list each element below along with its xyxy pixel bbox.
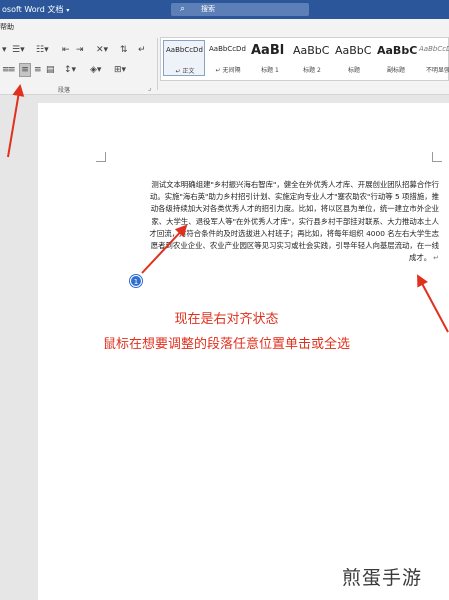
watermark-text: 煎蛋手游 — [342, 567, 423, 589]
menu-tab-row: 帮助 — [0, 19, 449, 34]
styles-gallery: AaBbCcDd ↵ 正文 AaBbCcDd ↵ 无间隔 AaBl 标题 1 A… — [160, 37, 449, 81]
align-center-button[interactable]: ≡ — [8, 64, 16, 76]
line-spacing-button[interactable]: ↕▾ — [64, 64, 76, 76]
paragraph-line: 测试文本明确组建"乡村振兴海右智库"，健全在外优秀人才库、开展创业团队招募合作行 — [151, 180, 439, 189]
ribbon: ▾ ☰▾ ☷▾ ⇤ ⇥ ✕▾ ⇅ ↵ ≡ ≡ ≡ ≡ ▤ ↕▾ ◈▾ ⊞▾ 段落… — [0, 34, 449, 95]
style-name: ↵ 无间隔 — [215, 67, 241, 74]
margin-corner-mark — [96, 152, 106, 162]
search-icon: ⌕ — [180, 4, 186, 14]
margin-corner-mark — [432, 152, 442, 162]
style-name: 不明显强 — [425, 67, 449, 74]
shading-button[interactable]: ◈▾ — [90, 64, 101, 76]
document-page[interactable]: 测试文本明确组建"乡村振兴海右智库"，健全在外优秀人才库、开展创业团队招募合作行… — [38, 103, 449, 600]
paragraph-line: 成才。 — [408, 253, 432, 263]
annotation-right-aligned: 现在是右对齐状态 — [174, 312, 279, 327]
paragraph-line: 动各级持续加大对各类优秀人才的招引力度。比如，将以区县为单位，统一建立市外企业 — [150, 204, 439, 214]
sort-button[interactable]: ⇅ — [120, 44, 128, 56]
paragraph-dialog-launcher-icon[interactable]: ⌟ — [148, 84, 151, 92]
style-name: 标题 2 — [303, 67, 321, 74]
style-preview: AaBl — [251, 43, 285, 58]
style-subtle-emphasis[interactable]: AaBbCcD 不明显强 — [417, 40, 449, 76]
search-input[interactable]: ⌕ 搜索 — [171, 3, 309, 16]
bullets-dropdown-icon[interactable]: ▾ — [2, 44, 7, 56]
style-name: 标题 1 — [261, 67, 279, 74]
style-preview: AaBbC — [335, 44, 372, 57]
paragraph-line: 才回流，对符合条件的及时选拔进入村班子；再比如，将每年组织 4000 名左右大学… — [149, 228, 439, 238]
style-name: 标题 — [347, 67, 360, 74]
tab-help[interactable]: 帮助 — [0, 22, 14, 32]
decrease-indent-button[interactable]: ⇤ — [62, 44, 70, 56]
style-preview: AaBbCcDd — [166, 46, 203, 54]
search-placeholder: 搜索 — [201, 5, 215, 13]
show-marks-button[interactable]: ↵ — [138, 44, 146, 56]
style-no-spacing[interactable]: AaBbCcDd ↵ 无间隔 — [207, 40, 249, 76]
title-bar: osoft Word 文档 ▾ ⌕ 搜索 — [0, 0, 449, 19]
borders-button[interactable]: ⊞▾ — [114, 64, 126, 76]
justify-button[interactable]: ≡ — [34, 64, 42, 76]
chinese-layout-button[interactable]: ✕▾ — [96, 44, 108, 56]
increase-indent-button[interactable]: ⇥ — [76, 44, 84, 56]
body-paragraph[interactable]: 测试文本明确组建"乡村振兴海右智库"，健全在外优秀人才库、开展创业团队招募合作行… — [103, 179, 439, 264]
distributed-button[interactable]: ▤ — [46, 64, 55, 76]
style-preview: AaBbCcDd — [209, 45, 246, 53]
style-title[interactable]: AaBbC 标题 — [333, 40, 375, 76]
multilevel-list-button[interactable]: ☷▾ — [36, 44, 49, 56]
paragraph-line: 动。实施"海右英"助力乡村招引计划、实施定向专业人才"塞农助农"行动等 5 项措… — [149, 192, 439, 202]
style-normal[interactable]: AaBbCcDd ↵ 正文 — [163, 40, 205, 76]
window-title[interactable]: osoft Word 文档 ▾ — [2, 4, 69, 15]
chevron-down-icon: ▾ — [66, 7, 70, 14]
paragraph-line: 家、大学生、退役军人等"在外优秀人才库"，实行县乡村干部挂对联系、大力推动本土人 — [151, 216, 439, 226]
style-subtitle[interactable]: AaBbC 副标题 — [375, 40, 417, 76]
style-name: ↵ 正文 — [175, 68, 195, 75]
style-preview: AaBbCcD — [419, 45, 449, 53]
paragraph-group-label: 段落 — [58, 87, 71, 94]
numbering-button[interactable]: ☰▾ — [12, 44, 25, 56]
style-name: 副标题 — [386, 67, 405, 74]
step-badge: 1 — [130, 275, 142, 287]
annotation-click-paragraph: 鼠标在想要调整的段落任意位置单击或全选 — [102, 337, 350, 352]
style-heading-2[interactable]: AaBbC 标题 2 — [291, 40, 333, 76]
paragraph-mark-icon: ↵ — [433, 254, 439, 263]
style-preview: AaBbC — [293, 44, 330, 57]
style-heading-1[interactable]: AaBl 标题 1 — [249, 40, 291, 76]
align-right-button[interactable]: ≡ — [19, 63, 31, 77]
ribbon-divider — [157, 38, 158, 90]
paragraph-line: 愿者到农业企业、农业产业园区等见习实习或社会实践，引导年轻人向基层流动，在一线 — [150, 241, 439, 251]
style-preview: AaBbC — [377, 44, 418, 57]
